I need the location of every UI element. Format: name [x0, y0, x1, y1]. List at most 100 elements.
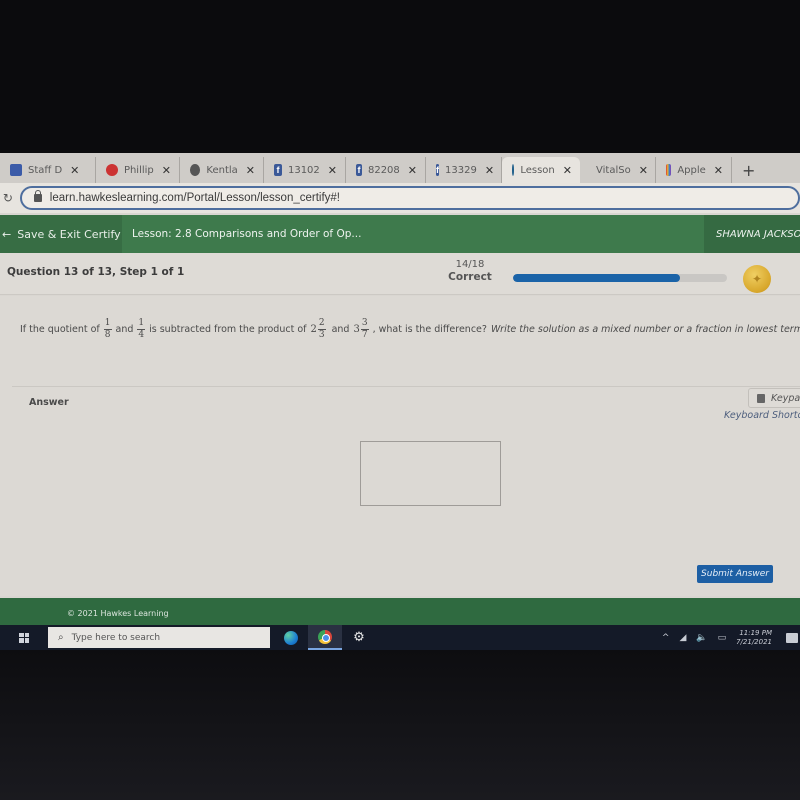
fraction: 1 8: [103, 318, 112, 341]
taskbar-chrome[interactable]: [308, 625, 342, 650]
taskbar-edge[interactable]: [274, 625, 308, 650]
lock-icon: [33, 190, 42, 202]
user-name[interactable]: SHAWNA JACKSON: [704, 215, 800, 253]
close-icon[interactable]: ✕: [70, 164, 79, 177]
numerator: 2: [317, 318, 326, 330]
screen: Staff D ✕ Phillip ✕ Kentla ✕ f 13102 ✕ f…: [0, 153, 800, 650]
question-label: Question 13 of 13, Step 1 of 1: [7, 266, 185, 278]
clock-date: 7/21/2021: [736, 637, 772, 646]
url-input[interactable]: learn.hawkeslearning.com/Portal/Lesson/l…: [19, 186, 800, 210]
facebook-icon: f: [356, 164, 362, 176]
tab-label: Kentla: [206, 164, 238, 176]
close-icon[interactable]: ✕: [563, 164, 572, 177]
facebook-icon: f: [436, 164, 439, 176]
denominator: 3: [318, 330, 325, 340]
fraction: 3 7: [360, 318, 369, 341]
edge-icon: [284, 630, 298, 645]
apple-bag-icon: [666, 164, 672, 176]
gear-icon: ⚙: [353, 630, 365, 645]
keypad-button[interactable]: Keypad: [748, 388, 800, 408]
taskbar-search-input[interactable]: ⌕ Type here to search: [48, 627, 270, 648]
question-text-part: , what is the difference?: [372, 324, 487, 335]
denominator: 4: [138, 330, 145, 340]
browser-tab[interactable]: Phillip ✕: [96, 157, 180, 183]
score-label: Correct: [448, 271, 492, 283]
reload-icon[interactable]: ↻: [0, 191, 16, 205]
close-icon[interactable]: ✕: [639, 164, 648, 177]
taskbar-settings[interactable]: ⚙: [342, 625, 376, 650]
save-exit-label: Save & Exit Certify: [17, 227, 121, 241]
app-header: ← Save & Exit Certify Lesson: 2.8 Compar…: [0, 215, 800, 253]
facebook-icon: f: [274, 164, 282, 176]
battery-icon[interactable]: ▭: [718, 633, 727, 643]
browser-tab[interactable]: f 13102 ✕: [264, 157, 346, 183]
close-icon[interactable]: ✕: [408, 164, 417, 177]
browser-tab[interactable]: f 82208 ✕: [346, 157, 426, 183]
tab-label: 13102: [287, 164, 320, 176]
divider: [12, 386, 800, 387]
browser-tab[interactable]: VitalSo ✕: [580, 157, 656, 183]
tab-label: Staff D: [28, 164, 63, 176]
monitor-bezel: [0, 650, 800, 800]
score-fraction: 14/18: [455, 259, 485, 270]
chrome-icon: [318, 629, 332, 644]
save-exit-button[interactable]: ← Save & Exit Certify: [0, 215, 122, 253]
tab-label: 13329: [445, 164, 477, 176]
numerator: 1: [103, 318, 112, 330]
close-icon[interactable]: ✕: [485, 164, 494, 177]
close-icon[interactable]: ✕: [246, 164, 255, 177]
question-text-part: is subtracted from the product of: [149, 324, 307, 335]
mixed-number: 2 2 3: [310, 318, 329, 341]
browser-tab-active[interactable]: Lesson ✕: [502, 157, 580, 183]
tab-label: VitalSo: [596, 164, 631, 176]
windows-logo-icon: [19, 632, 29, 643]
browser-tab[interactable]: Apple ✕: [656, 157, 732, 183]
volume-muted-icon[interactable]: 🔈: [696, 633, 707, 643]
browser-tab[interactable]: Staff D ✕: [0, 157, 96, 183]
question-text-part: and: [331, 324, 350, 335]
network-icon[interactable]: ◢: [679, 633, 686, 643]
tab-label: Apple: [677, 164, 706, 176]
mixed-number: 3 3 7: [353, 318, 372, 341]
close-icon[interactable]: ✕: [162, 164, 171, 177]
search-icon: ⌕: [58, 632, 64, 643]
answer-input[interactable]: [360, 441, 501, 506]
tab-label: Phillip: [123, 164, 154, 176]
submit-answer-button[interactable]: Submit Answer: [697, 565, 773, 583]
clock[interactable]: 11:19 PM 7/21/2021: [736, 629, 772, 647]
whole-part: 3: [353, 324, 360, 335]
question-instruction: Write the solution as a mixed number or …: [490, 324, 800, 335]
fraction: 2 3: [317, 318, 326, 341]
score-display: 14/18 Correct: [440, 259, 500, 283]
browser-tab[interactable]: f 13329 ✕: [426, 157, 502, 183]
chevron-up-icon[interactable]: ^: [662, 633, 670, 643]
tab-label: Lesson: [520, 164, 555, 176]
progress-fill: [513, 274, 680, 282]
whole-part: 2: [310, 324, 317, 335]
address-bar: ↻ learn.hawkeslearning.com/Portal/Lesson…: [0, 183, 800, 213]
calculator-icon: [757, 393, 765, 403]
clock-time: 11:19 PM: [739, 628, 772, 637]
browser-tab[interactable]: Kentla ✕: [180, 157, 264, 183]
tab-label: 82208: [367, 164, 400, 176]
globe-icon: [190, 164, 201, 176]
notifications-icon[interactable]: [786, 632, 798, 643]
windows-taskbar: ⌕ Type here to search ⚙ ^ ◢ 🔈 ▭ 11:19 PM…: [0, 625, 800, 650]
start-button[interactable]: [0, 632, 48, 643]
progress-bar: [513, 274, 727, 282]
keypad-label: Keypad: [771, 392, 800, 404]
hawkes-icon: [512, 164, 515, 176]
hawk-coin-icon: ✦: [743, 265, 771, 293]
question-text-part: and: [115, 324, 134, 335]
back-arrow-icon: ←: [2, 227, 12, 241]
footer: © 2021 Hawkes Learning: [0, 598, 800, 628]
system-tray: ^ ◢ 🔈 ▭ 11:19 PM 7/21/2021: [662, 625, 800, 650]
fraction: 1 4: [137, 318, 146, 341]
close-icon[interactable]: ✕: [328, 164, 337, 177]
close-icon[interactable]: ✕: [714, 164, 723, 177]
search-placeholder: Type here to search: [71, 632, 161, 643]
numerator: 1: [137, 318, 146, 330]
new-tab-button[interactable]: +: [732, 157, 765, 183]
lesson-title: Lesson: 2.8 Comparisons and Order of Op.…: [132, 228, 362, 240]
keyboard-shortcuts-link[interactable]: Keyboard Shortcuts: [724, 410, 800, 421]
